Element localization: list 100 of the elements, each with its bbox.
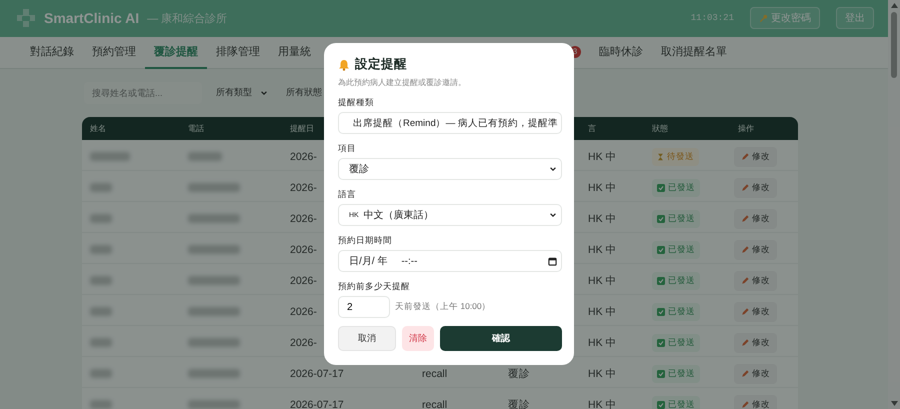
blurred-name [90, 152, 130, 162]
status-tag: 已發送 [652, 178, 700, 197]
table-cell-text: recall [421, 398, 448, 409]
nav-tab[interactable]: 預約管理 [83, 36, 145, 69]
pencil-icon [741, 370, 749, 378]
edit-button[interactable]: 修改 [734, 270, 777, 291]
table-cell-text: 2026- [289, 306, 317, 318]
blurred-phone [188, 152, 222, 162]
nav-tab[interactable]: 臨時休診 [590, 36, 652, 69]
blurred-phone [188, 245, 240, 254]
table-cell-text: HK 中 [587, 304, 617, 319]
table-cell-text: 2026-07-17 [289, 368, 344, 380]
edit-button[interactable]: 修改 [734, 240, 777, 260]
table-cell-text: 2026- [289, 336, 317, 349]
edit-button[interactable]: 修改 [734, 364, 777, 384]
send-time-note: 天前發送（上午 10:00） [395, 301, 491, 313]
reminder-type-select[interactable]: 出席提醒（Remind）— 病人已有預約，提醒準 [338, 112, 562, 134]
nav-tab[interactable]: 用量統 [269, 36, 320, 69]
table-cell-text: recall [421, 368, 448, 380]
hourglass-icon [657, 152, 664, 161]
nav-tab[interactable]: 對話紀錄 [21, 36, 83, 69]
status-tag: 待發送 [652, 148, 699, 166]
filter-select[interactable]: 所有狀態 [282, 82, 326, 104]
edit-button[interactable]: 修改 [734, 302, 777, 322]
table-cell-text: 覆診 [507, 366, 530, 381]
scroll-down-arrow-icon[interactable] [890, 401, 898, 406]
confirm-button[interactable]: 確認 [440, 326, 562, 351]
field-label: 項目 [338, 143, 357, 155]
column-header: 操作 [738, 122, 754, 134]
clock-time: 11:03:21 [690, 13, 734, 24]
table-cell-text: 2026- [289, 150, 317, 163]
brand-name: SmartClinic AI [44, 10, 140, 26]
caret-icon [260, 88, 268, 97]
dropdown-select[interactable]: 覆診 [338, 158, 562, 180]
checkbox-icon [657, 338, 665, 347]
pencil-icon [741, 338, 749, 347]
table-cell-text: HK 中 [587, 242, 617, 257]
field-label: 提醒種類 [338, 97, 375, 109]
days-input[interactable]: 2 [338, 296, 390, 318]
pencil-icon [741, 276, 749, 285]
blurred-name [90, 338, 112, 348]
table-cell-text: 2026-07-17 [289, 398, 344, 409]
checkbox-icon [657, 370, 665, 378]
table-cell-text: 2026- [289, 244, 317, 256]
pencil-icon [741, 400, 749, 409]
table-cell-text: HK 中 [587, 274, 617, 288]
blurred-phone [188, 307, 240, 316]
nav-tab[interactable]: 取消提醒名單 [652, 36, 736, 69]
table-cell-text: HK 中 [587, 366, 617, 381]
pencil-icon [741, 214, 749, 223]
column-header: 狀態 [652, 122, 668, 134]
status-tag: 已發送 [652, 210, 700, 228]
blurred-phone [188, 183, 240, 192]
filter-select[interactable]: 所有類型 [212, 82, 272, 104]
clinic-name: — 康和綜合診所 [147, 12, 228, 26]
table-cell-text: 2026- [289, 212, 317, 225]
pencil-icon [741, 308, 749, 316]
blurred-name [90, 307, 112, 316]
pencil-icon [741, 246, 749, 254]
table-cell-text: HK 中 [587, 212, 617, 226]
bell-icon [338, 58, 350, 70]
table-cell-text: HK 中 [587, 336, 617, 350]
field-label: 預約日期時間 [338, 235, 393, 247]
checkbox-icon [657, 214, 665, 223]
nav-tab[interactable]: 覆診提醒 [145, 36, 207, 69]
field-label: 語言 [338, 189, 357, 201]
table-cell-text: 2026- [289, 274, 317, 287]
calendar-icon [548, 256, 557, 266]
caret-icon [549, 211, 557, 219]
edit-button[interactable]: 修改 [734, 332, 777, 353]
table-cell-text: 覆診 [507, 398, 530, 409]
scroll-up-arrow-icon[interactable] [890, 3, 898, 8]
dialog-subtitle: 為此預約病人建立提醒或覆診邀請。 [338, 77, 467, 88]
status-tag: 已發送 [652, 240, 700, 259]
clinic-logo-icon [16, 8, 36, 28]
blurred-phone [188, 276, 240, 286]
blurred-phone [188, 369, 240, 378]
blurred-name [90, 276, 112, 286]
column-header: 電話 [188, 122, 204, 134]
clear-button[interactable]: 清除 [402, 326, 434, 351]
edit-button[interactable]: 修改 [734, 208, 777, 229]
status-tag: 已發送 [652, 364, 700, 383]
nav-tab[interactable]: 排隊管理 [207, 36, 269, 69]
pencil-icon [741, 184, 749, 192]
dialog-title: 設定提醒 [355, 56, 407, 73]
blurred-name [90, 245, 112, 254]
datetime-field[interactable]: 日/月/ 年 --:-- [338, 250, 562, 272]
cancel-button[interactable]: 取消 [338, 326, 396, 351]
blurred-name [90, 183, 112, 192]
checkbox-icon [657, 308, 665, 316]
edit-button[interactable]: 修改 [734, 394, 777, 409]
table-cell-text: HK 中 [587, 180, 617, 195]
edit-button[interactable]: 修改 [734, 178, 777, 198]
checkbox-icon [657, 246, 665, 254]
scrollbar[interactable] [888, 0, 900, 409]
checkbox-icon [657, 276, 665, 285]
table-cell-text: HK 中 [587, 398, 617, 409]
table-cell-text: HK 中 [587, 150, 617, 164]
edit-button[interactable]: 修改 [734, 146, 777, 167]
checkbox-icon [657, 400, 665, 409]
